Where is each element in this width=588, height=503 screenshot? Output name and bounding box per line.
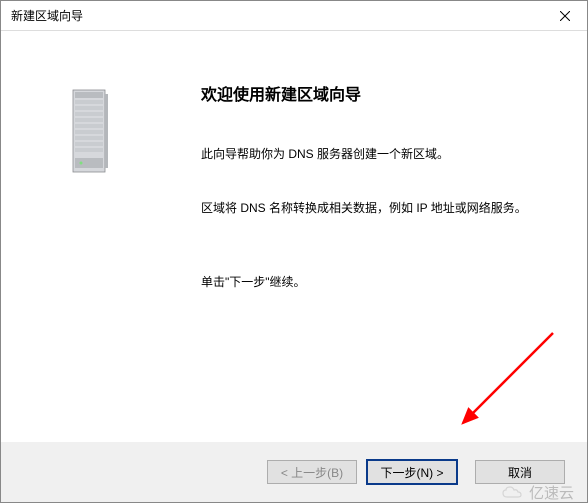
wizard-window: 新建区域向导 bbox=[0, 0, 588, 503]
content-area: 欢迎使用新建区域向导 此向导帮助你为 DNS 服务器创建一个新区域。 区域将 D… bbox=[1, 31, 587, 442]
cancel-button[interactable]: 取消 bbox=[475, 460, 565, 484]
page-heading: 欢迎使用新建区域向导 bbox=[201, 81, 557, 105]
sidebar bbox=[1, 31, 181, 442]
paragraph-3: 单击"下一步"继续。 bbox=[201, 273, 557, 292]
server-icon bbox=[67, 86, 115, 176]
button-bar: < 上一步(B) 下一步(N) > 取消 bbox=[1, 442, 587, 502]
close-button[interactable] bbox=[542, 1, 587, 31]
next-button[interactable]: 下一步(N) > bbox=[367, 460, 457, 484]
main-panel: 欢迎使用新建区域向导 此向导帮助你为 DNS 服务器创建一个新区域。 区域将 D… bbox=[181, 31, 587, 442]
back-button: < 上一步(B) bbox=[267, 460, 357, 484]
paragraph-2: 区域将 DNS 名称转换成相关数据，例如 IP 地址或网络服务。 bbox=[201, 199, 557, 218]
close-icon bbox=[560, 11, 570, 21]
paragraph-1: 此向导帮助你为 DNS 服务器创建一个新区域。 bbox=[201, 145, 557, 164]
titlebar: 新建区域向导 bbox=[1, 1, 587, 31]
window-title: 新建区域向导 bbox=[11, 7, 83, 24]
